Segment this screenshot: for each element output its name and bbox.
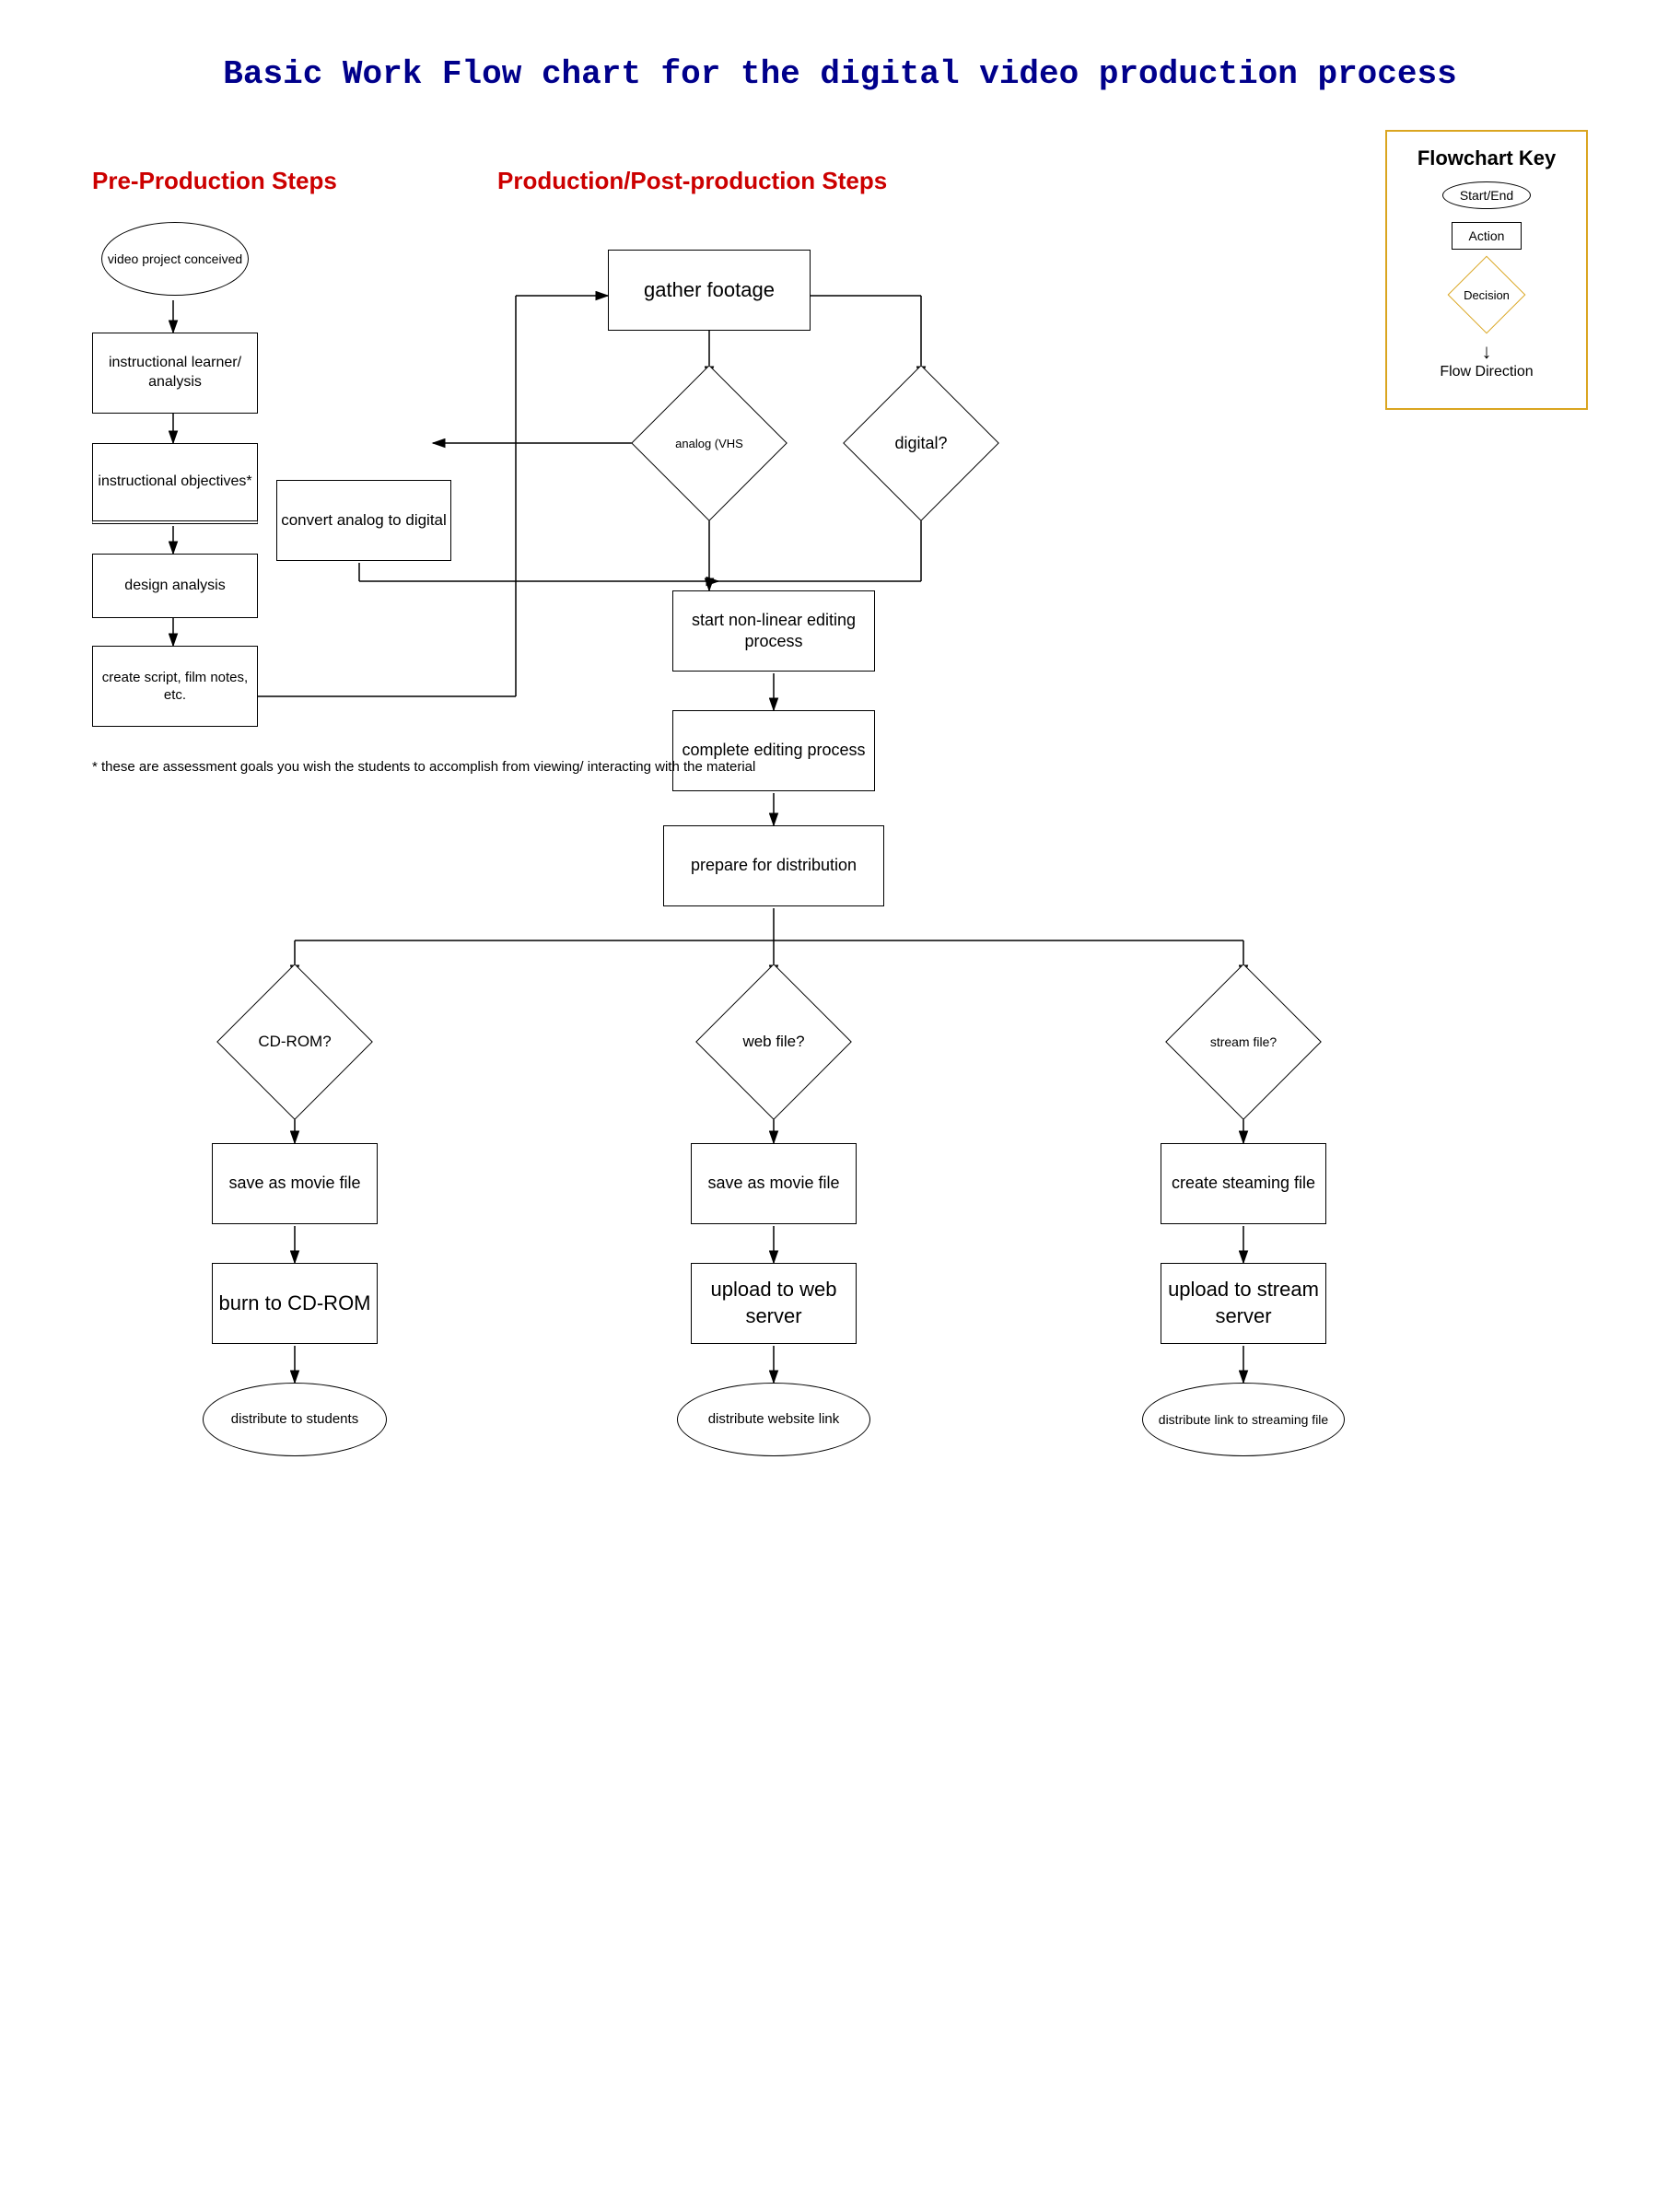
key-start-end: Start/End — [1406, 181, 1568, 209]
analog-decision-container: analog (VHS — [645, 379, 774, 508]
upload-stream-node: upload to stream server — [1161, 1263, 1326, 1344]
video-project-node: video project conceived — [101, 222, 249, 296]
main-title: Basic Work Flow chart for the digital vi… — [37, 37, 1643, 93]
save-movie-cdrom-node: save as movie file — [212, 1143, 378, 1224]
key-action: Action — [1406, 222, 1568, 250]
complete-editing-node: complete editing process — [672, 710, 875, 791]
webfile-decision-container: web file? — [709, 977, 838, 1106]
key-decision-label: Decision — [1454, 263, 1519, 327]
cdrom-decision-container: CD-ROM? — [230, 977, 359, 1106]
distribute-students-node: distribute to students — [203, 1383, 387, 1456]
production-header: Production/Post-production Steps — [497, 167, 887, 195]
streamfile-decision-container: stream file? — [1179, 977, 1308, 1106]
key-flow-label: Flow Direction — [1440, 364, 1533, 380]
key-flow: ↓ Flow Direction — [1406, 340, 1568, 380]
pre-production-header: Pre-Production Steps — [92, 167, 337, 195]
design-analysis-node: design analysis — [92, 554, 258, 618]
analog-decision-label: analog (VHS — [645, 379, 774, 508]
key-title: Flowchart Key — [1406, 146, 1568, 170]
prepare-distribution-node: prepare for distribution — [663, 825, 884, 906]
key-decision: Decision — [1406, 263, 1568, 327]
burn-cdrom-node: burn to CD-ROM — [212, 1263, 378, 1344]
upload-web-node: upload to web server — [691, 1263, 857, 1344]
key-arrow-icon: ↓ — [1482, 340, 1492, 364]
streamfile-decision-label: stream file? — [1179, 977, 1308, 1106]
save-movie-web-node: save as movie file — [691, 1143, 857, 1224]
digital-decision-container: digital? — [857, 379, 986, 508]
create-script-node: create script, film notes, etc. — [92, 646, 258, 727]
footnote: * these are assessment goals you wish th… — [92, 756, 755, 778]
cdrom-decision-label: CD-ROM? — [230, 977, 359, 1106]
create-streaming-node: create steaming file — [1161, 1143, 1326, 1224]
instructional-objectives-node: instructional objectives* — [92, 443, 258, 524]
convert-analog-node: convert analog to digital — [276, 480, 451, 561]
start-nonlinear-node: start non-linear editing process — [672, 590, 875, 672]
digital-decision-label: digital? — [857, 379, 986, 508]
gather-footage-node: gather footage — [608, 250, 811, 331]
flowchart-key: Flowchart Key Start/End Action Decision … — [1385, 130, 1588, 410]
webfile-decision-label: web file? — [709, 977, 838, 1106]
distribute-streaming-node: distribute link to streaming file — [1142, 1383, 1345, 1456]
key-action-shape: Action — [1452, 222, 1522, 250]
key-start-end-shape: Start/End — [1442, 181, 1531, 209]
distribute-website-node: distribute website link — [677, 1383, 870, 1456]
page: Basic Work Flow chart for the digital vi… — [0, 0, 1680, 2196]
instructional-learner-node: instructional learner/ analysis — [92, 333, 258, 414]
